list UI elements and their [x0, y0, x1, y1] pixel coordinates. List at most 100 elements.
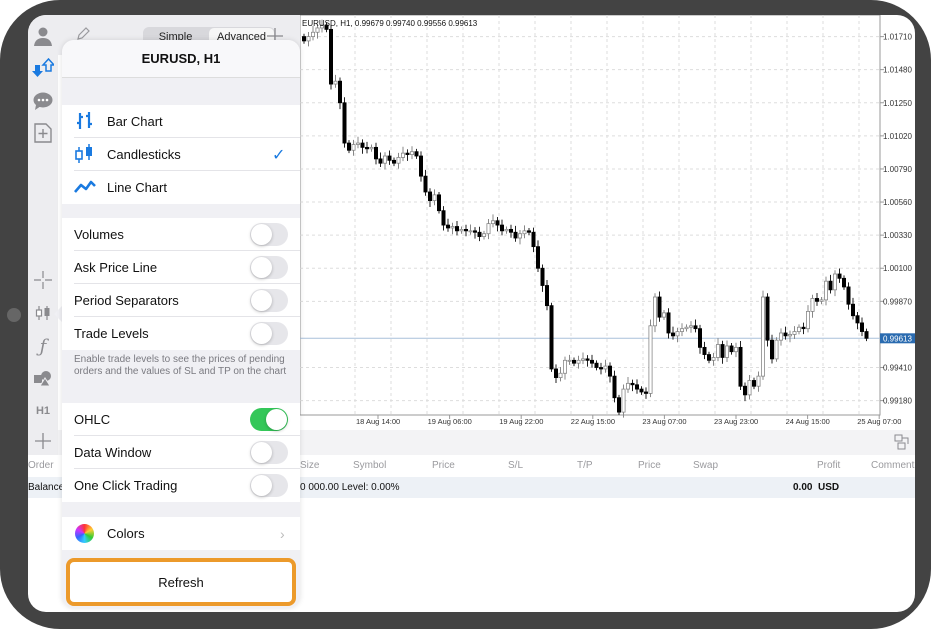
candle-body — [860, 322, 865, 332]
crosshair-icon[interactable] — [31, 268, 55, 292]
chart-type-label: Candlesticks — [107, 147, 181, 162]
candle-body — [306, 36, 311, 42]
candle-body — [643, 391, 648, 394]
candle-body — [621, 388, 626, 413]
candle-body — [630, 382, 635, 386]
y-tick-label: 1.00790 — [883, 165, 912, 174]
y-tick-label: 0.99410 — [883, 364, 912, 373]
timeframe-button[interactable]: H1 — [31, 399, 55, 423]
toggle-row-volumes: Volumes — [62, 218, 300, 251]
colors-label: Colors — [107, 526, 145, 541]
col-current-price[interactable]: Price — [638, 460, 661, 471]
candle-body — [720, 344, 725, 358]
candle-body — [769, 339, 774, 360]
candle-body — [756, 375, 761, 387]
candle-body — [567, 359, 572, 362]
candle-body — [751, 380, 756, 387]
col-sl[interactable]: S/L — [508, 460, 523, 471]
candle-body — [535, 246, 540, 269]
candle-body — [778, 332, 783, 341]
candle-body — [603, 365, 608, 370]
candle-body — [760, 296, 765, 377]
candle-body — [747, 380, 752, 396]
x-tick-label: 23 Aug 23:00 — [714, 417, 758, 426]
popover-title: EURUSD, H1 — [62, 40, 300, 78]
ohlc-toggle[interactable] — [250, 408, 288, 431]
candle-body — [774, 339, 779, 360]
x-tick-label: 25 Aug 07:00 — [857, 417, 901, 426]
add-icon[interactable] — [31, 429, 55, 453]
candle-body — [378, 158, 383, 164]
candle-body — [450, 226, 455, 229]
trade-levels-toggle[interactable] — [250, 322, 288, 345]
candle-body — [427, 191, 432, 202]
y-tick-label: 1.00330 — [883, 231, 912, 240]
candle-body — [742, 385, 747, 396]
candle-body — [652, 296, 657, 327]
candle-body — [423, 175, 428, 193]
col-comment[interactable]: Comment — [871, 460, 914, 471]
candle-body — [851, 303, 856, 317]
indicators-function-icon[interactable]: ƒ — [31, 334, 55, 358]
candle-body — [657, 296, 662, 318]
candle-body — [387, 155, 392, 161]
total-profit: 0.00 — [793, 482, 813, 493]
refresh-button[interactable]: Refresh — [66, 558, 296, 606]
chart-settings-popover: EURUSD, H1 Bar Chart Candlesticks ✓ Line… — [62, 40, 300, 608]
candle-body — [463, 228, 468, 232]
ask-price-line-toggle[interactable] — [250, 256, 288, 279]
candle-body — [589, 359, 594, 364]
col-tp[interactable]: T/P — [577, 460, 593, 471]
y-tick-label: 1.01710 — [883, 33, 912, 42]
col-symbol[interactable]: Symbol — [353, 460, 386, 471]
account-icon[interactable] — [31, 24, 55, 48]
candle-body — [410, 151, 415, 155]
candle-body — [549, 305, 554, 370]
candle-body — [576, 359, 581, 364]
new-document-icon[interactable] — [31, 121, 55, 145]
chat-icon[interactable] — [31, 89, 55, 113]
x-tick-label: 22 Aug 15:00 — [571, 417, 615, 426]
trade-arrows-icon[interactable] — [31, 56, 55, 80]
one-click-trading-toggle[interactable] — [250, 474, 288, 497]
objects-shapes-icon[interactable] — [31, 366, 55, 390]
candle-body — [693, 325, 698, 330]
candle-body — [490, 220, 495, 225]
col-price[interactable]: Price — [432, 460, 455, 471]
candle-body — [612, 375, 617, 399]
chart-type-candlesticks[interactable]: Candlesticks ✓ — [62, 138, 300, 171]
data-window-toggle[interactable] — [250, 441, 288, 464]
x-tick-label: 18 Aug 14:00 — [356, 417, 400, 426]
candle-body — [815, 298, 820, 302]
colors-row[interactable]: Colors › — [62, 517, 300, 550]
trade-levels-note: Enable trade levels to see the prices of… — [74, 354, 287, 377]
candle-body — [688, 325, 693, 328]
volumes-toggle[interactable] — [250, 223, 288, 246]
candle-body — [796, 326, 801, 332]
col-order[interactable]: Order — [28, 460, 54, 471]
candle-body — [846, 286, 851, 305]
col-size[interactable]: Size — [300, 460, 319, 471]
col-profit[interactable]: Profit — [817, 460, 840, 471]
chart-type-line[interactable]: Line Chart — [62, 171, 300, 204]
period-separators-toggle[interactable] — [250, 289, 288, 312]
candle-body — [328, 28, 333, 85]
candle-body — [441, 210, 446, 226]
balance-label: Balance — [28, 482, 65, 493]
candle-body — [351, 144, 356, 151]
candle-body — [625, 382, 630, 390]
y-tick-label: 1.01250 — [883, 99, 912, 108]
x-tick-label: 23 Aug 07:00 — [642, 417, 686, 426]
candle-body — [819, 299, 824, 302]
toggle-row-trade-levels: Trade Levels — [62, 317, 300, 350]
candle-body — [513, 231, 518, 239]
candle-body — [419, 155, 424, 177]
chart-type-candlestick-icon[interactable] — [31, 301, 55, 325]
col-swap[interactable]: Swap — [693, 460, 718, 471]
layout-toggle-icon[interactable] — [894, 434, 910, 455]
candlestick-icon — [74, 144, 96, 164]
price-chart[interactable]: 1.01710 1.01480 1.01250 1.01020 1.00790 1.005… — [300, 15, 915, 440]
candle-body — [697, 328, 702, 348]
candle-body — [315, 27, 320, 33]
chart-type-bar[interactable]: Bar Chart — [62, 105, 300, 138]
